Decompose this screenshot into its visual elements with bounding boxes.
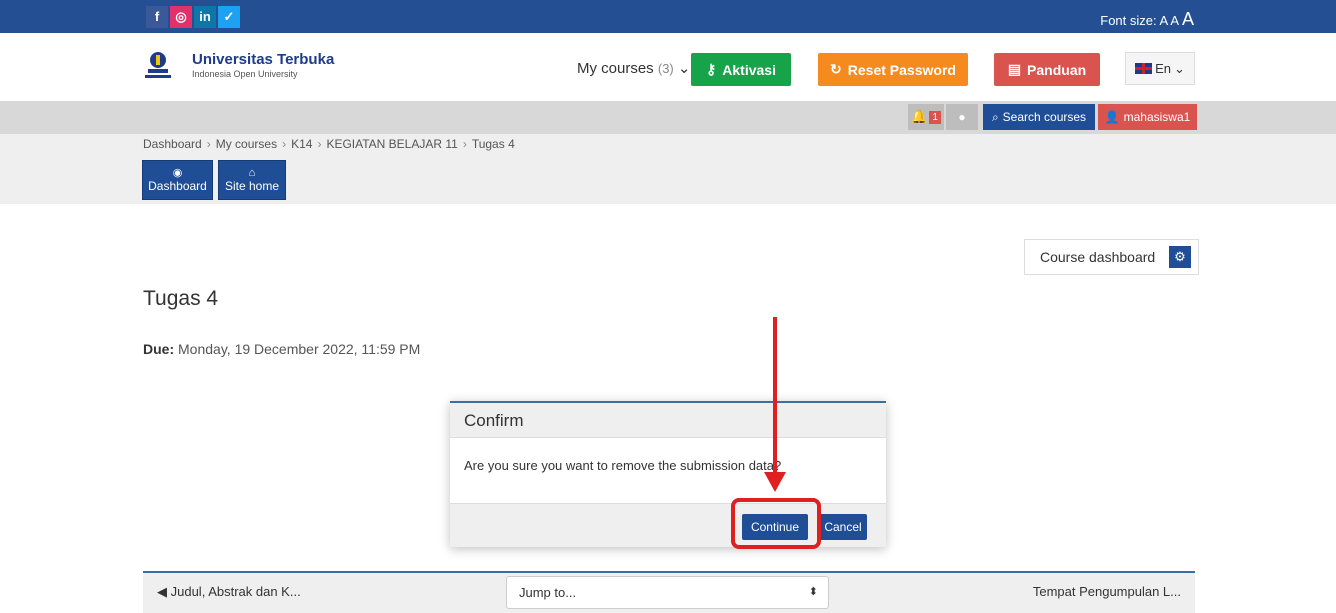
chevron-down-icon: ⌄ [1174, 60, 1185, 76]
dialog-title: Confirm [450, 403, 886, 438]
brand-name: Universitas Terbuka [192, 51, 335, 68]
brand[interactable]: Universitas Terbuka Indonesia Open Unive… [192, 51, 334, 79]
dialog-message: Are you sure you want to remove the subm… [464, 458, 782, 473]
breadcrumb-item-dashboard[interactable]: Dashboard [143, 137, 202, 151]
refresh-icon: ↻ [830, 61, 842, 77]
brand-tagline: Indonesia Open University [192, 69, 298, 79]
home-icon: ⌂ [248, 167, 256, 179]
annotation-highlight-box [731, 498, 821, 549]
breadcrumb-separator: › [462, 137, 467, 151]
dashboard-icon: ◉ [172, 167, 183, 179]
language-selector[interactable]: En ⌄ [1125, 52, 1195, 85]
site-home-nav-button[interactable]: ⌂ Site home [218, 160, 286, 200]
breadcrumb-item-course[interactable]: K14 [291, 137, 312, 151]
language-label: En [1155, 61, 1171, 76]
breadcrumb: Dashboard › My courses › K14 › KEGIATAN BELAJA… [143, 137, 515, 151]
annotation-arrow-head [764, 472, 786, 492]
due-date: Due: Monday, 19 December 2022, 11:59 PM [143, 341, 420, 357]
top-bar: f ◎ in ✓ Font size: A A A [0, 0, 1336, 33]
dashboard-nav-button[interactable]: ◉ Dashboard [142, 160, 213, 200]
search-courses-button[interactable]: ⌕ Search courses [983, 104, 1095, 130]
facebook-icon[interactable]: f [146, 6, 168, 28]
key-icon: ⚷ [706, 61, 717, 77]
reset-password-label: Reset Password [847, 61, 956, 78]
chevron-down-icon: ⌄ [677, 60, 691, 77]
select-caret-icon: ⬍ [808, 586, 818, 598]
messages-button[interactable]: ● [946, 104, 978, 130]
breadcrumb-row: Dashboard › My courses › K14 › KEGIATAN BELAJA… [0, 134, 1336, 204]
due-label: Due: [143, 341, 175, 357]
cancel-button[interactable]: Cancel [819, 514, 867, 540]
previous-activity-link[interactable]: ◀ Judul, Abstrak dan K... [157, 584, 301, 600]
breadcrumb-separator: › [282, 137, 287, 151]
breadcrumb-item-my-courses[interactable]: My courses [216, 137, 277, 151]
activity-navigation: ◀ Judul, Abstrak dan K... Jump to... ⬍ T… [143, 571, 1195, 613]
my-courses-label: My courses [577, 60, 654, 77]
username-label: mahasiswa1 [1123, 110, 1191, 124]
chat-icon: ● [958, 110, 966, 124]
document-icon: ▤ [1007, 61, 1022, 77]
dashboard-nav-label: Dashboard [148, 179, 207, 193]
course-dashboard-label: Course dashboard [1040, 249, 1156, 265]
twitter-icon[interactable]: ✓ [218, 6, 240, 28]
uk-flag-icon [1135, 63, 1153, 74]
my-courses-count: (3) [657, 61, 674, 76]
linkedin-icon[interactable]: in [194, 6, 216, 28]
reset-password-button[interactable]: ↻ Reset Password [818, 53, 968, 86]
font-size-medium[interactable]: A [1170, 13, 1178, 28]
font-size-small[interactable]: A [1160, 13, 1168, 28]
aktivasi-label: Aktivasi [722, 61, 776, 78]
aktivasi-button[interactable]: ⚷ Aktivasi [691, 53, 791, 86]
panduan-label: Panduan [1027, 61, 1087, 78]
my-courses-menu[interactable]: My courses (3) ⌄ [577, 59, 691, 77]
bell-icon: 🔔 [911, 109, 928, 124]
font-size-large[interactable]: A [1182, 9, 1194, 29]
site-home-nav-label: Site home [224, 179, 280, 193]
due-value: Monday, 19 December 2022, 11:59 PM [178, 341, 421, 357]
panduan-button[interactable]: ▤ Panduan [994, 53, 1100, 86]
font-size-label: Font size: [1100, 13, 1157, 28]
breadcrumb-item-section[interactable]: KEGIATAN BELAJAR 11 [326, 137, 457, 151]
user-menu-button[interactable]: 👤 mahasiswa1 [1098, 104, 1197, 130]
notifications-button[interactable]: 🔔 1 [908, 104, 944, 130]
breadcrumb-item-current[interactable]: Tugas 4 [472, 137, 515, 151]
social-links: f ◎ in ✓ [146, 6, 240, 28]
instagram-icon[interactable]: ◎ [170, 6, 192, 28]
jump-to-value: Jump to... [519, 585, 577, 600]
next-activity-link[interactable]: Tempat Pengumpulan L... [1033, 584, 1181, 599]
search-icon: ⌕ [991, 109, 999, 124]
annotation-arrow [773, 317, 777, 475]
user-icon: 👤 [1104, 110, 1120, 124]
notification-badge: 1 [929, 110, 941, 124]
user-navbar: 🔔 1 ● ⌕ Search courses 👤 mahasiswa1 [0, 101, 1336, 134]
font-size-control: Font size: A A A [1100, 9, 1194, 30]
breadcrumb-separator: › [317, 137, 322, 151]
site-header: Universitas Terbuka Indonesia Open Unive… [0, 33, 1336, 101]
jump-to-select[interactable]: Jump to... ⬍ [506, 576, 829, 609]
university-logo[interactable] [143, 51, 173, 83]
course-dashboard-button[interactable]: Course dashboard ⚙ [1024, 239, 1199, 275]
page-title: Tugas 4 [143, 287, 219, 310]
breadcrumb-separator: › [206, 137, 211, 151]
search-courses-label: Search courses [1002, 110, 1087, 124]
gear-icon[interactable]: ⚙ [1169, 246, 1191, 268]
